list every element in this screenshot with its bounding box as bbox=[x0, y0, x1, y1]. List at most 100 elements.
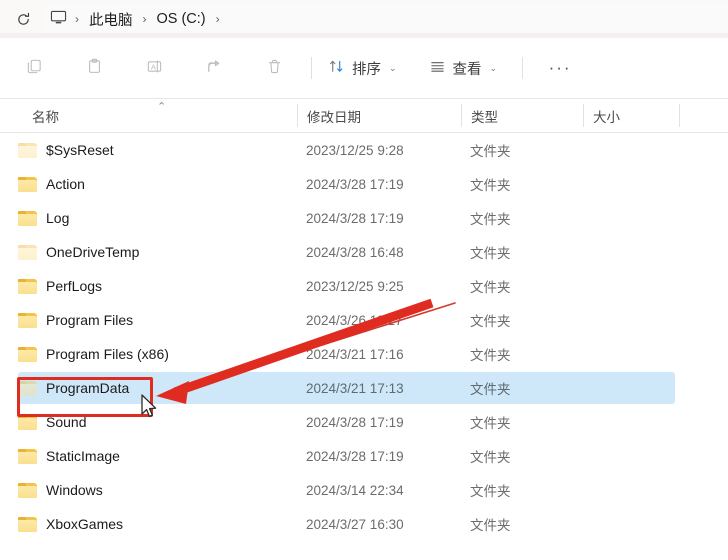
cell-date-modified: 2024/3/21 17:16 bbox=[306, 346, 404, 362]
cell-type: 文件夹 bbox=[470, 314, 511, 329]
folder-icon bbox=[18, 448, 37, 464]
cell-name[interactable]: Sound bbox=[18, 414, 86, 430]
address-bar[interactable]: › 此电脑 › OS (C:) › bbox=[45, 3, 728, 35]
table-row[interactable]: Windows 2024/3/14 22:34 文件夹 bbox=[0, 473, 728, 507]
cell-name[interactable]: Program Files bbox=[18, 312, 133, 328]
cell-date-modified: 2024/3/28 17:19 bbox=[306, 414, 404, 430]
toolbar-divider bbox=[311, 57, 312, 79]
breadcrumb-os-c[interactable]: OS (C:) bbox=[150, 9, 213, 29]
table-row[interactable]: Program Files 2024/3/26 11:27 文件夹 bbox=[0, 303, 728, 337]
cell-name[interactable]: $SysReset bbox=[18, 142, 114, 158]
file-name-label: StaticImage bbox=[46, 448, 120, 464]
table-row[interactable]: Log 2024/3/28 17:19 文件夹 bbox=[0, 201, 728, 235]
file-name-label: Log bbox=[46, 210, 70, 226]
view-button[interactable]: 查看 ⌄ bbox=[420, 51, 507, 85]
cell-date-modified: 2023/12/25 9:28 bbox=[306, 142, 404, 158]
cell-type: 文件夹 bbox=[470, 178, 511, 193]
table-row[interactable]: ProgramData 2024/3/21 17:13 文件夹 bbox=[0, 371, 728, 405]
column-divider[interactable] bbox=[583, 104, 584, 127]
copy-icon bbox=[26, 58, 43, 79]
table-row[interactable]: Sound 2024/3/28 17:19 文件夹 bbox=[0, 405, 728, 439]
file-name-label: Action bbox=[46, 176, 85, 192]
column-header-type[interactable]: 类型 bbox=[471, 99, 498, 132]
folder-icon bbox=[18, 380, 37, 396]
cell-name[interactable]: ProgramData bbox=[18, 380, 129, 396]
chevron-down-icon: ⌄ bbox=[389, 62, 397, 73]
rename-button[interactable]: A bbox=[124, 51, 184, 85]
toolbar-divider bbox=[522, 57, 524, 79]
file-list[interactable]: $SysReset 2023/12/25 9:28 文件夹 Action 2024/3/… bbox=[0, 133, 728, 556]
table-row[interactable]: StaticImage 2024/3/28 17:19 文件夹 bbox=[0, 439, 728, 473]
paste-button[interactable] bbox=[64, 51, 124, 85]
folder-icon bbox=[18, 176, 37, 192]
table-row[interactable]: Program Files (x86) 2024/3/21 17:16 文件夹 bbox=[0, 337, 728, 371]
cell-date-modified: 2024/3/27 16:30 bbox=[306, 516, 404, 532]
command-toolbar: A 排序 ⌄ 查看 ⌄ ··· bbox=[0, 38, 728, 98]
cell-type: 文件夹 bbox=[470, 518, 511, 533]
cell-name[interactable]: XboxGames bbox=[18, 516, 123, 532]
column-header-name[interactable]: 名称 bbox=[32, 99, 59, 132]
sort-button[interactable]: 排序 ⌄ bbox=[319, 51, 406, 85]
cell-name[interactable]: StaticImage bbox=[18, 448, 120, 464]
share-button[interactable] bbox=[184, 51, 244, 85]
view-icon bbox=[429, 58, 446, 79]
cell-date-modified: 2024/3/21 17:13 bbox=[306, 380, 404, 396]
rename-icon: A bbox=[146, 58, 163, 79]
column-header-size[interactable]: 大小 bbox=[593, 99, 620, 132]
cell-date-modified: 2024/3/14 22:34 bbox=[306, 482, 404, 498]
address-bar-row: › 此电脑 › OS (C:) › bbox=[0, 0, 728, 39]
sort-label: 排序 bbox=[352, 61, 381, 78]
folder-icon bbox=[18, 312, 37, 328]
table-row[interactable]: OneDriveTemp 2024/3/28 16:48 文件夹 bbox=[0, 235, 728, 269]
delete-button[interactable] bbox=[244, 51, 304, 85]
trash-icon bbox=[266, 58, 283, 79]
file-name-label: ProgramData bbox=[46, 380, 130, 396]
svg-text:A: A bbox=[150, 62, 156, 71]
file-name-label: Windows bbox=[46, 482, 103, 498]
column-divider[interactable] bbox=[297, 104, 298, 127]
cell-name[interactable]: Log bbox=[18, 210, 69, 226]
cell-name[interactable]: PerfLogs bbox=[18, 278, 102, 294]
file-name-label: Sound bbox=[46, 414, 87, 430]
more-options-button[interactable]: ··· bbox=[530, 51, 590, 85]
chevron-down-icon: ⌄ bbox=[489, 62, 498, 73]
cell-type: 文件夹 bbox=[470, 144, 511, 159]
cell-name[interactable]: Action bbox=[18, 176, 85, 192]
cell-type: 文件夹 bbox=[470, 382, 511, 397]
cell-date-modified: 2024/3/28 16:48 bbox=[306, 244, 404, 260]
sort-ascending-icon: ⌃ bbox=[157, 101, 167, 113]
cell-date-modified: 2024/3/28 17:19 bbox=[306, 176, 404, 192]
table-row[interactable]: $SysReset 2023/12/25 9:28 文件夹 bbox=[0, 133, 728, 167]
breadcrumb-separator: › bbox=[142, 12, 147, 26]
this-pc-icon[interactable] bbox=[45, 8, 72, 31]
breadcrumb-this-pc[interactable]: 此电脑 bbox=[82, 7, 140, 32]
folder-icon bbox=[18, 346, 37, 362]
cell-type: 文件夹 bbox=[470, 246, 511, 261]
table-row[interactable]: XboxGames 2024/3/27 16:30 文件夹 bbox=[0, 507, 728, 541]
file-name-label: Program Files bbox=[46, 312, 134, 328]
cell-name[interactable]: Program Files (x86) bbox=[18, 346, 169, 362]
folder-icon bbox=[18, 278, 37, 294]
cell-type: 文件夹 bbox=[470, 416, 511, 431]
breadcrumb-separator: › bbox=[75, 12, 79, 26]
refresh-icon[interactable] bbox=[6, 4, 40, 34]
table-row[interactable]: Action 2024/3/28 17:19 文件夹 bbox=[0, 167, 728, 201]
file-name-label: OneDriveTemp bbox=[46, 244, 140, 260]
folder-icon bbox=[18, 210, 37, 226]
file-name-label: XboxGames bbox=[46, 516, 124, 532]
column-divider[interactable] bbox=[461, 104, 462, 127]
breadcrumb-separator-end[interactable]: › bbox=[213, 12, 223, 26]
cell-type: 文件夹 bbox=[470, 280, 511, 295]
column-divider[interactable] bbox=[679, 104, 680, 127]
cell-type: 文件夹 bbox=[470, 348, 511, 363]
column-header-row: 名称 ⌃ 修改日期 类型 大小 bbox=[0, 98, 728, 133]
copy-button[interactable] bbox=[4, 51, 64, 85]
folder-icon bbox=[18, 414, 37, 430]
share-icon bbox=[206, 58, 223, 79]
cell-name[interactable]: OneDriveTemp bbox=[18, 244, 139, 260]
paste-icon bbox=[86, 58, 103, 79]
table-row[interactable]: PerfLogs 2023/12/25 9:25 文件夹 bbox=[0, 269, 728, 303]
cell-type: 文件夹 bbox=[470, 450, 511, 465]
column-header-date[interactable]: 修改日期 bbox=[307, 99, 361, 132]
cell-name[interactable]: Windows bbox=[18, 482, 103, 498]
